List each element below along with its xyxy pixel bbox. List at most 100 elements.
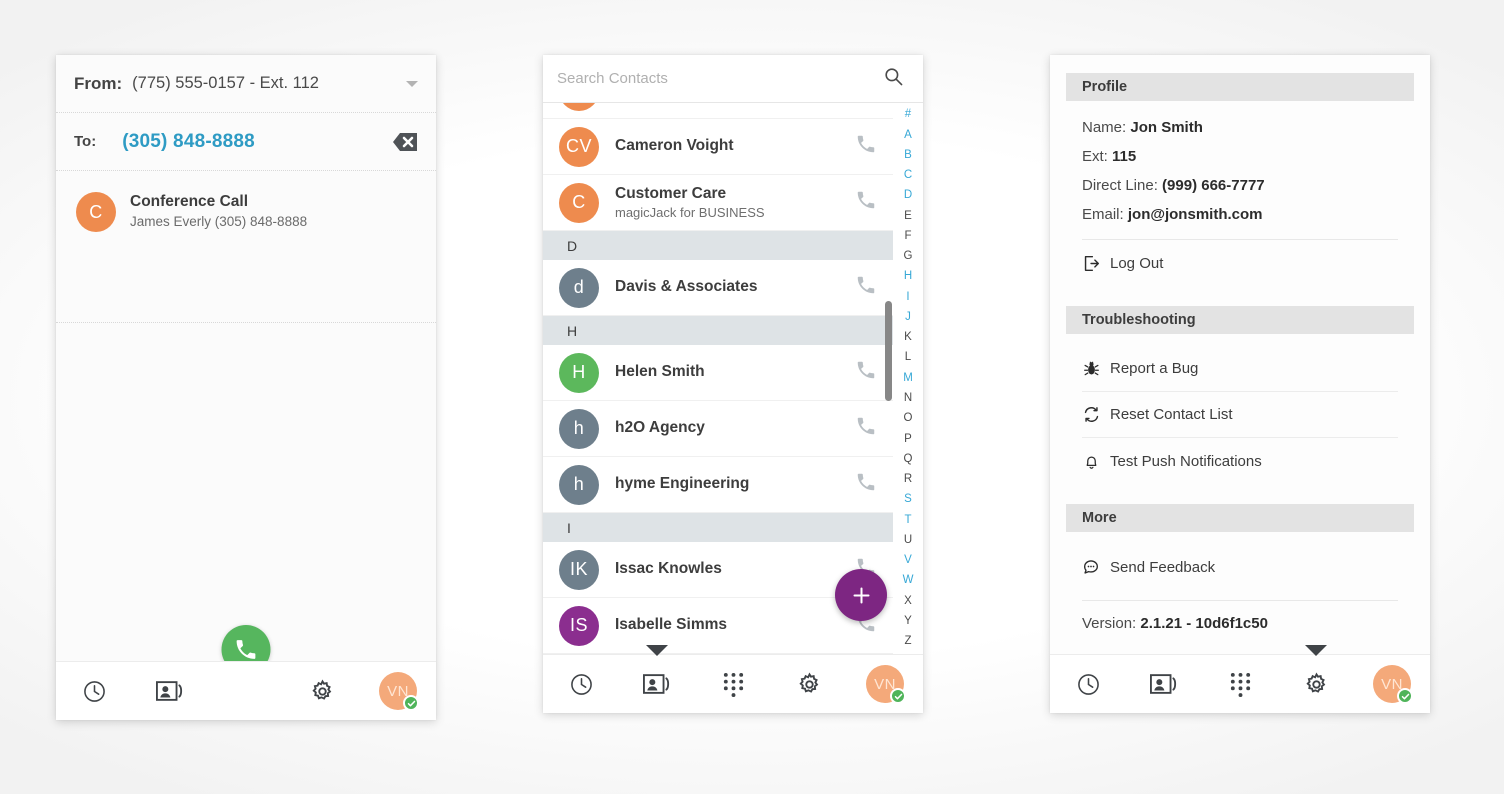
avatar[interactable]: VN xyxy=(1373,665,1413,704)
index-letter-l[interactable]: L xyxy=(905,348,911,368)
contact-call-button[interactable] xyxy=(855,415,877,442)
avatar[interactable]: VN xyxy=(379,672,419,711)
nav-item-profile[interactable]: VN xyxy=(858,662,912,706)
nav-item-dialpad[interactable] xyxy=(706,662,760,706)
contacts-list[interactable]: CV Cameron Voight C Customer Care magicJack … xyxy=(543,103,893,654)
dialpad-key-3[interactable] xyxy=(294,335,390,354)
nav-item-recents[interactable] xyxy=(67,669,121,713)
dialpad-key-7[interactable] xyxy=(102,405,198,424)
settings-item-test-push-notifications[interactable]: Test Push Notifications xyxy=(1082,438,1398,484)
dialpad-key-hash[interactable] xyxy=(294,440,390,459)
nav-item-contacts[interactable] xyxy=(630,645,684,706)
nav-item-contacts[interactable] xyxy=(143,669,197,713)
nav-item-settings[interactable] xyxy=(782,662,836,706)
settings-item-label: Send Feedback xyxy=(1110,558,1216,576)
index-letter-o[interactable]: O xyxy=(904,409,913,429)
index-letter-c[interactable]: C xyxy=(904,166,912,186)
avatar-initials: C xyxy=(572,192,586,212)
contact-row[interactable]: H Helen Smith xyxy=(543,345,893,401)
index-letter-f[interactable]: F xyxy=(904,227,911,247)
profile-field-label: Ext: xyxy=(1082,148,1108,165)
index-letter-r[interactable]: R xyxy=(904,470,912,490)
contact-row[interactable]: h h2O Agency xyxy=(543,401,893,457)
nav-item-settings[interactable] xyxy=(295,669,349,713)
nav-item-dialpad[interactable] xyxy=(1213,662,1267,706)
index-letter-w[interactable]: W xyxy=(903,571,914,591)
avatar: C xyxy=(559,182,599,223)
logout-button[interactable]: Log Out xyxy=(1082,240,1398,286)
index-letter-i[interactable]: I xyxy=(906,287,909,307)
contact-call-button[interactable] xyxy=(855,133,877,160)
index-letter-b[interactable]: B xyxy=(904,145,912,165)
dialpad-key-letters xyxy=(294,375,390,387)
nav-item-recents[interactable] xyxy=(1061,662,1115,706)
backspace-icon[interactable] xyxy=(392,132,418,152)
contact-call-button[interactable] xyxy=(855,274,877,301)
dialpad-key-0[interactable] xyxy=(198,440,294,459)
index-letter-m[interactable]: M xyxy=(903,368,913,388)
index-letter-e[interactable]: E xyxy=(904,206,912,226)
dialpad-key-8[interactable] xyxy=(198,405,294,424)
from-field[interactable]: From: (775) 555-0157 - Ext. 112 xyxy=(56,55,436,113)
dialpad-key-letters xyxy=(294,445,390,457)
dialpad-key-2[interactable] xyxy=(198,335,294,354)
chevron-down-icon[interactable] xyxy=(406,80,418,87)
index-letter-v[interactable]: V xyxy=(904,551,912,571)
dialpad-key-9[interactable] xyxy=(294,405,390,424)
conference-call-row[interactable]: C Conference Call James Everly (305) 848… xyxy=(56,171,436,251)
profile-field-label: Direct Line: xyxy=(1082,177,1158,194)
index-letter-z[interactable]: Z xyxy=(904,632,911,652)
settings-item-label: Test Push Notifications xyxy=(1110,452,1262,470)
dialpad-key-6[interactable] xyxy=(294,370,390,389)
settings-item-report-a-bug[interactable]: Report a Bug xyxy=(1082,346,1398,392)
index-letter-q[interactable]: Q xyxy=(904,449,913,469)
nav-item-settings[interactable] xyxy=(1289,645,1343,706)
active-tab-indicator xyxy=(1305,645,1327,656)
add-contact-button[interactable] xyxy=(835,569,887,621)
settings-item-send-feedback[interactable]: Send Feedback xyxy=(1082,544,1398,590)
index-letter-j[interactable]: J xyxy=(905,308,911,328)
contact-call-button[interactable] xyxy=(855,359,877,386)
contact-row[interactable]: C Customer Care magicJack for BUSINESS xyxy=(543,175,893,231)
profile-section-body: Name: Jon Smith Ext: 115 Direct Line: (999… xyxy=(1066,101,1414,292)
index-letter-g[interactable]: G xyxy=(904,247,913,267)
alphabet-index[interactable]: # A B C D E F G H I J K L M N O P Q R S T U V W X Y Z xyxy=(893,103,923,654)
index-letter-d[interactable]: D xyxy=(904,186,912,206)
contact-name: Cameron Voight xyxy=(615,137,734,155)
contact-call-button[interactable] xyxy=(855,189,877,216)
profile-field-value: 115 xyxy=(1112,148,1137,165)
contact-call-button[interactable] xyxy=(855,471,877,498)
settings-item-reset-contact-list[interactable]: Reset Contact List xyxy=(1082,392,1398,438)
index-letter-h[interactable]: H xyxy=(904,267,912,287)
scrollbar-thumb[interactable] xyxy=(885,301,892,401)
contact-row[interactable]: h hyme Engineering xyxy=(543,457,893,513)
dialpad-key-letters xyxy=(102,410,198,422)
index-letter-p[interactable]: P xyxy=(904,429,912,449)
to-field[interactable]: To: (305) 848-8888 xyxy=(56,113,436,171)
dialpad-key-4[interactable] xyxy=(102,370,198,389)
avatar-initial: C xyxy=(89,201,103,222)
index-letter-a[interactable]: A xyxy=(904,125,912,145)
search-input[interactable] xyxy=(557,70,876,87)
index-letter-k[interactable]: K xyxy=(904,328,912,348)
index-letter-s[interactable]: S xyxy=(904,490,912,510)
nav-item-contacts[interactable] xyxy=(1137,662,1191,706)
index-letter-x[interactable]: X xyxy=(904,591,912,611)
dialpad-key-star[interactable] xyxy=(102,440,198,459)
index-letter-u[interactable]: U xyxy=(904,531,912,551)
dialpad-key-5[interactable] xyxy=(198,370,294,389)
index-letter-hash[interactable]: # xyxy=(905,105,911,125)
nav-item-recents[interactable] xyxy=(554,662,608,706)
contact-row[interactable]: CV Cameron Voight xyxy=(543,119,893,175)
nav-item-profile[interactable]: VN xyxy=(1365,662,1419,706)
contact-row[interactable] xyxy=(543,103,893,119)
index-letter-n[interactable]: N xyxy=(904,389,912,409)
index-letter-y[interactable]: Y xyxy=(904,612,912,632)
avatar[interactable]: VN xyxy=(866,665,906,704)
nav-item-profile[interactable]: VN xyxy=(371,669,425,713)
index-letter-t[interactable]: T xyxy=(904,510,911,530)
dialpad-key-1[interactable] xyxy=(102,335,198,354)
scrollbar[interactable] xyxy=(884,103,892,654)
search-icon[interactable] xyxy=(884,67,903,91)
contact-row[interactable]: d Davis & Associates xyxy=(543,260,893,316)
